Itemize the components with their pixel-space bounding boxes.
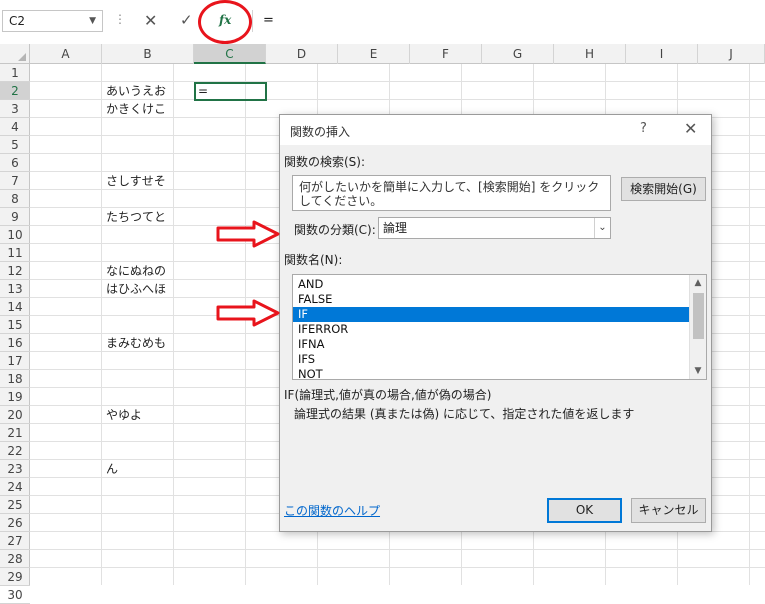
column-header[interactable]: B xyxy=(102,44,194,64)
column-header[interactable]: H xyxy=(554,44,626,64)
row-header[interactable]: 13 xyxy=(0,280,30,298)
scroll-down-icon[interactable]: ▼ xyxy=(690,363,706,379)
row-header[interactable]: 17 xyxy=(0,352,30,370)
annotation-arrow-function xyxy=(216,299,280,327)
cell-b12[interactable]: なにぬねの xyxy=(106,262,166,280)
row-headers: 1 2 3 4 5 6 7 8 9 10 11 12 13 14 15 16 17 18 19 20 21 22 23 24 2… xyxy=(0,64,30,604)
cell-b13[interactable]: はひふへほ xyxy=(106,280,166,298)
more-options-icon: ⋮ xyxy=(114,12,126,26)
dialog-title: 関数の挿入 xyxy=(290,125,351,139)
formula-text: = xyxy=(263,13,274,28)
column-headers: ABCDEFGHIJ xyxy=(0,44,765,64)
annotation-arrow-category xyxy=(216,220,280,248)
cell-b3[interactable]: かきくけこ xyxy=(106,100,166,118)
row-header[interactable]: 11 xyxy=(0,244,30,262)
function-list-label: 関数名(N): xyxy=(284,253,343,267)
dialog-title-bar: 関数の挿入 ? ✕ xyxy=(280,115,711,145)
search-label: 関数の検索(S): xyxy=(284,155,366,169)
row-header[interactable]: 30 xyxy=(0,586,30,604)
chevron-down-icon[interactable]: ⌄ xyxy=(594,218,610,238)
row-header[interactable]: 19 xyxy=(0,388,30,406)
category-select[interactable]: 論理 ⌄ xyxy=(378,217,611,239)
row-header[interactable]: 4 xyxy=(0,118,30,136)
function-description: 論理式の結果 (真または偽) に応じて、指定された値を返します xyxy=(294,407,635,421)
select-all-corner[interactable] xyxy=(0,44,30,64)
function-syntax: IF(論理式,値が真の場合,値が偽の場合) xyxy=(284,388,492,402)
row-header[interactable]: 28 xyxy=(0,550,30,568)
row-header[interactable]: 18 xyxy=(0,370,30,388)
function-list-item[interactable]: IFS xyxy=(293,352,689,367)
name-box-value: C2 xyxy=(9,14,26,28)
row-header[interactable]: 22 xyxy=(0,442,30,460)
function-list-item[interactable]: NOT xyxy=(293,367,689,379)
scroll-thumb[interactable] xyxy=(693,293,704,339)
function-list-item[interactable]: IFERROR xyxy=(293,322,689,337)
column-header[interactable]: A xyxy=(30,44,102,64)
annotation-circle xyxy=(198,0,252,44)
search-input[interactable]: 何がしたいかを簡単に入力して、[検索開始] をクリックしてください。 xyxy=(292,175,611,211)
category-value: 論理 xyxy=(383,221,408,235)
help-icon[interactable]: ? xyxy=(640,121,647,136)
scroll-up-icon[interactable]: ▲ xyxy=(690,275,706,291)
row-header[interactable]: 26 xyxy=(0,514,30,532)
row-header[interactable]: 12 xyxy=(0,262,30,280)
cancel-entry-icon[interactable]: ✕ xyxy=(144,11,157,30)
cell-b20[interactable]: やゆよ xyxy=(106,406,142,424)
cell-b16[interactable]: まみむめも xyxy=(106,334,166,352)
function-list-item[interactable]: FALSE xyxy=(293,292,689,307)
close-icon[interactable]: ✕ xyxy=(684,119,697,138)
cell-b7[interactable]: さしすせそ xyxy=(106,172,166,190)
column-header[interactable]: F xyxy=(410,44,482,64)
confirm-entry-icon[interactable]: ✓ xyxy=(180,11,193,29)
function-list[interactable]: NOT IFS IFNA IFERROR IF FALSE AND ▲ ▼ xyxy=(292,274,707,380)
row-header[interactable]: 16 xyxy=(0,334,30,352)
function-help-link[interactable]: この関数のヘルプ xyxy=(284,502,380,519)
search-start-button[interactable]: 検索開始(G) xyxy=(621,177,706,201)
row-header[interactable]: 14 xyxy=(0,298,30,316)
row-header[interactable]: 23 xyxy=(0,460,30,478)
row-header[interactable]: 20 xyxy=(0,406,30,424)
insert-function-dialog: 関数の挿入 ? ✕ 関数の検索(S): 何がしたいかを簡単に入力して、[検索開始… xyxy=(279,114,712,532)
function-list-item[interactable]: IF xyxy=(293,307,689,322)
row-header[interactable]: 2 xyxy=(0,82,30,100)
ok-button[interactable]: OK xyxy=(547,498,622,523)
column-header[interactable]: J xyxy=(698,44,765,64)
formula-bar: C2 ▼ ⋮ ✕ ✓ fx = xyxy=(0,0,765,44)
row-header[interactable]: 3 xyxy=(0,100,30,118)
function-list-item[interactable]: IFNA xyxy=(293,337,689,352)
category-label: 関数の分類(C): xyxy=(294,223,376,237)
name-box[interactable]: C2 ▼ xyxy=(2,10,103,32)
cell-b2[interactable]: あいうえお xyxy=(106,82,166,100)
row-header[interactable]: 6 xyxy=(0,154,30,172)
row-header[interactable]: 8 xyxy=(0,190,30,208)
row-header[interactable]: 15 xyxy=(0,316,30,334)
column-header[interactable]: D xyxy=(266,44,338,64)
cell-c2[interactable]: = xyxy=(198,82,208,100)
row-header[interactable]: 5 xyxy=(0,136,30,154)
chevron-down-icon[interactable]: ▼ xyxy=(89,11,96,31)
cancel-button[interactable]: キャンセル xyxy=(631,498,706,523)
column-header[interactable]: C xyxy=(194,44,266,64)
row-header[interactable]: 1 xyxy=(0,64,30,82)
column-header[interactable]: G xyxy=(482,44,554,64)
row-header[interactable]: 9 xyxy=(0,208,30,226)
row-header[interactable]: 7 xyxy=(0,172,30,190)
list-scrollbar[interactable]: ▲ ▼ xyxy=(689,275,706,379)
row-header[interactable]: 27 xyxy=(0,532,30,550)
formula-input[interactable]: = xyxy=(252,10,765,32)
column-header[interactable]: I xyxy=(626,44,698,64)
function-list-item[interactable]: AND xyxy=(293,277,689,292)
row-header[interactable]: 25 xyxy=(0,496,30,514)
row-header[interactable]: 24 xyxy=(0,478,30,496)
row-header[interactable]: 29 xyxy=(0,568,30,586)
row-header[interactable]: 21 xyxy=(0,424,30,442)
row-header[interactable]: 10 xyxy=(0,226,30,244)
cell-b23[interactable]: ん xyxy=(106,460,118,478)
cell-b9[interactable]: たちつてと xyxy=(106,208,166,226)
column-header[interactable]: E xyxy=(338,44,410,64)
